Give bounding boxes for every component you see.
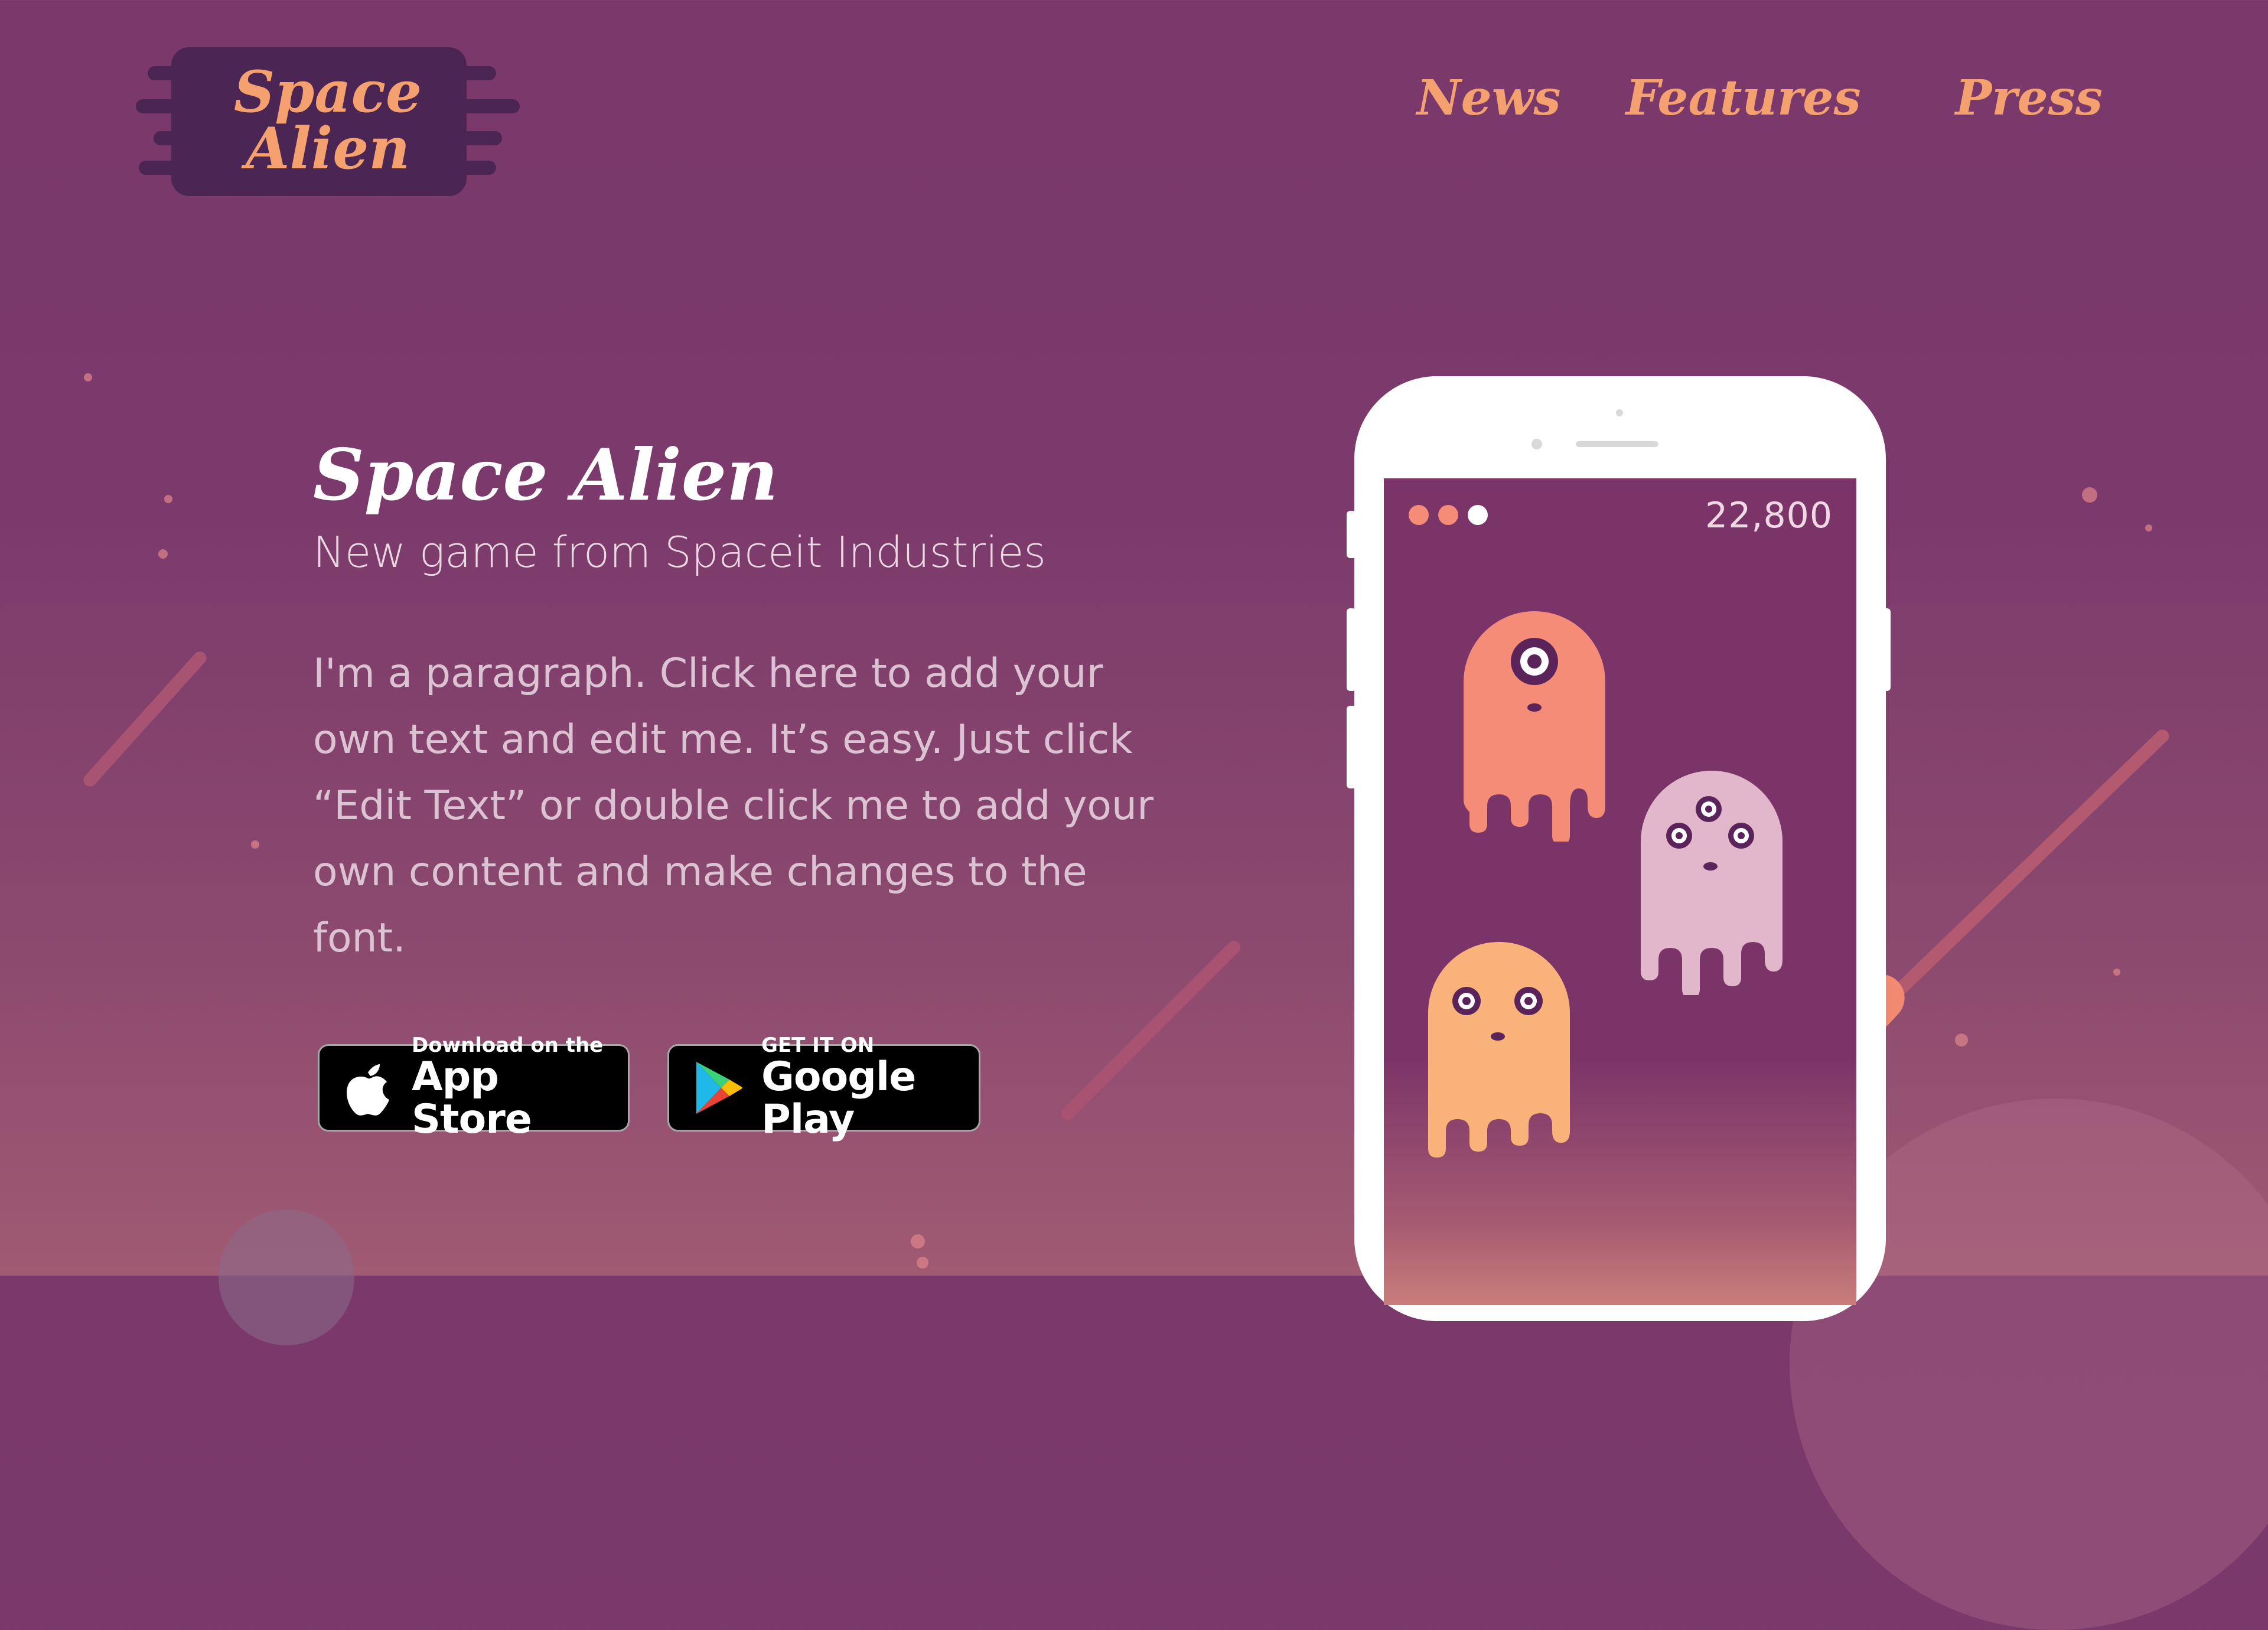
star-dot [1955, 1034, 1968, 1047]
phone-mockup: 22,800 [1354, 376, 1886, 1321]
star-dot [917, 1257, 928, 1269]
star-dot [251, 840, 259, 849]
google-play-small-text: GET IT ON [761, 1034, 875, 1057]
google-play-button[interactable]: GET IT ON Google Play [667, 1035, 980, 1141]
star-dot [158, 549, 168, 559]
phone-camera [1531, 439, 1542, 449]
phone-side-button [1347, 706, 1356, 788]
star-dot [164, 495, 172, 503]
phone-side-button [1347, 608, 1356, 691]
yellow-alien-icon [1428, 942, 1570, 1158]
nav-item-features[interactable]: Features [1626, 70, 1861, 126]
logo-text-line2: Alien [245, 115, 410, 182]
nav-item-news[interactable]: News [1417, 70, 1561, 126]
meteor-streak [80, 648, 209, 790]
star-dot [2113, 969, 2120, 976]
hero-paragraph: I'm a paragraph. Click here to add your … [313, 650, 1154, 961]
phone-screen: 22,800 [1384, 478, 1856, 1305]
orange-alien-icon [1464, 611, 1605, 842]
game-score: 22,800 [1705, 495, 1833, 536]
hero-section: Space Alien New game from Spaceit Indust… [313, 434, 1175, 972]
star-dot [84, 373, 92, 382]
life-dot [1409, 505, 1429, 525]
star-dot [2082, 487, 2097, 503]
hero-title: Space Alien [313, 433, 778, 517]
phone-side-button [1881, 608, 1891, 691]
app-store-button[interactable]: Download on the App Store [318, 1035, 630, 1141]
pink-alien-icon [1641, 771, 1783, 995]
planet [219, 1210, 354, 1345]
phone-side-button [1347, 511, 1356, 558]
app-store-large-text: App Store [412, 1054, 532, 1143]
star-dot [911, 1234, 925, 1248]
apple-icon [346, 1064, 389, 1116]
phone-speaker [1576, 441, 1658, 447]
nav-item-press[interactable]: Press [1956, 70, 2103, 126]
app-store-small-text: Download on the [412, 1034, 604, 1057]
google-play-icon [696, 1062, 742, 1114]
phone-sensor [1616, 409, 1623, 416]
life-dot [1468, 505, 1488, 525]
logo[interactable]: Space Alien [136, 43, 520, 202]
google-play-large-text: Google Play [761, 1054, 916, 1143]
lives-indicator [1409, 505, 1488, 525]
star-dot [2145, 524, 2152, 532]
main-nav: News Features Press [1352, 70, 2103, 126]
store-badges: Download on the App Store GET IT ON Goog… [318, 1035, 980, 1141]
life-dot [1438, 505, 1458, 525]
logo-text: Space Alien [136, 43, 520, 177]
meteor-streak [1873, 726, 2172, 1015]
hero-subtitle: New game from Spaceit Industries [313, 527, 1046, 577]
logo-text-line1: Space [233, 58, 422, 125]
